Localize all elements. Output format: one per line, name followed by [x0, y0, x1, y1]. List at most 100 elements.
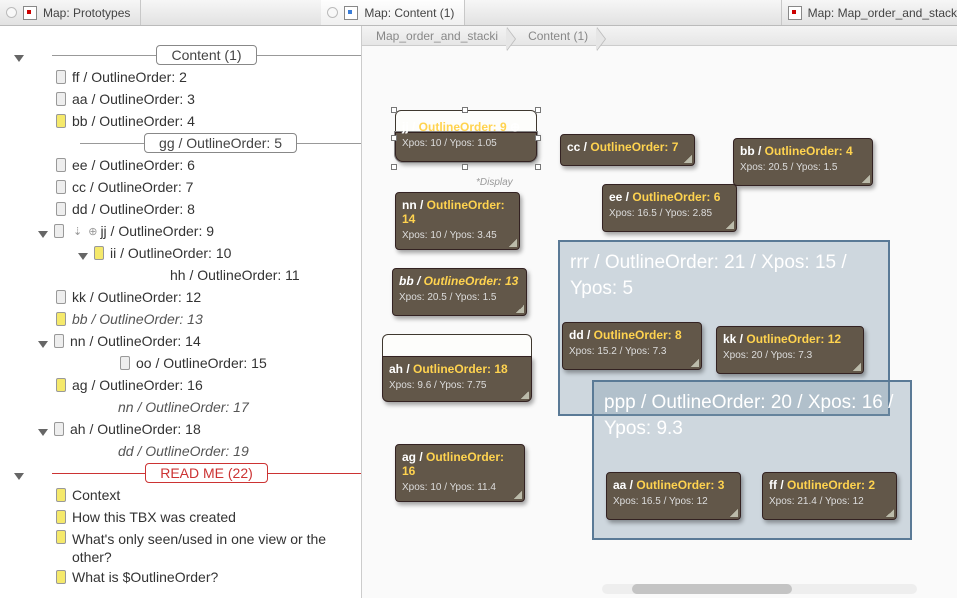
horizontal-scrollbar[interactable] — [602, 584, 917, 594]
resize-corner-icon[interactable] — [684, 155, 692, 163]
outline-item[interactable]: What's only seen/used in one view or the… — [0, 528, 361, 566]
card-ag[interactable]: ag / OutlineOrder: 16 Xpos: 10 / Ypos: 1… — [395, 444, 525, 502]
outline-item[interactable]: ff / OutlineOrder: 2 — [0, 66, 361, 88]
note-icon — [56, 290, 66, 304]
outline-item[interactable]: dd / OutlineOrder: 8 — [0, 198, 361, 220]
resize-corner-icon[interactable] — [730, 509, 738, 517]
item-label: ee / OutlineOrder: 6 — [72, 157, 361, 173]
scrollbar-thumb[interactable] — [632, 584, 792, 594]
outline-item[interactable]: ⇣ ⊕ jj / OutlineOrder: 9 — [0, 220, 361, 242]
plus-icon[interactable]: ⊕ — [510, 120, 520, 134]
tab-map-order[interactable]: Map: Map_order_and_stack — [781, 0, 957, 25]
note-icon — [56, 70, 66, 84]
card-ee[interactable]: ee / OutlineOrder: 6 Xpos: 16.5 / Ypos: … — [602, 184, 737, 232]
tab-content[interactable]: Map: Content (1) — [321, 0, 465, 25]
card-dd[interactable]: dd / OutlineOrder: 8 Xpos: 15.2 / Ypos: … — [562, 322, 702, 370]
disclosure-triangle-icon[interactable] — [14, 49, 26, 61]
resize-corner-icon[interactable] — [516, 305, 524, 313]
card-bb4[interactable]: bb / OutlineOrder: 4 Xpos: 20.5 / Ypos: … — [733, 138, 873, 186]
disclosure-triangle-icon[interactable] — [78, 247, 90, 259]
resize-corner-icon[interactable] — [509, 239, 517, 247]
item-label: jj / OutlineOrder: 9 — [100, 223, 361, 239]
card-cc[interactable]: cc / OutlineOrder: 7 — [560, 134, 695, 166]
note-icon — [56, 488, 66, 502]
card-kk[interactable]: kk / OutlineOrder: 12 Xpos: 20 / Ypos: 7… — [716, 326, 864, 374]
resize-corner-icon[interactable] — [862, 175, 870, 183]
resize-corner-icon[interactable] — [514, 491, 522, 499]
resize-corner-icon[interactable] — [886, 509, 894, 517]
selection-handle[interactable] — [535, 135, 541, 141]
outline-item[interactable]: How this TBX was created — [0, 506, 361, 528]
item-label: kk / OutlineOrder: 12 — [72, 289, 361, 305]
note-icon — [54, 224, 64, 238]
outline-item[interactable]: oo / OutlineOrder: 15 — [0, 352, 361, 374]
disclosure-triangle-icon[interactable] — [38, 423, 50, 435]
note-icon — [54, 422, 64, 436]
close-icon[interactable] — [6, 7, 17, 18]
card-ff[interactable]: ff / OutlineOrder: 2 Xpos: 21.4 / Ypos: … — [762, 472, 897, 520]
outline-item[interactable]: hh / OutlineOrder: 11 — [0, 264, 361, 286]
adornment-label: ppp / OutlineOrder: 20 / Xpos: 16 / Ypos… — [604, 390, 900, 441]
map-canvas[interactable]: rrr / OutlineOrder: 21 / Xpos: 15 / Ypos… — [362, 46, 957, 598]
outline-item[interactable]: aa / OutlineOrder: 3 — [0, 88, 361, 110]
outline-item[interactable]: ii / OutlineOrder: 10 — [0, 242, 361, 264]
outline-item[interactable]: kk / OutlineOrder: 12 — [0, 286, 361, 308]
selection-handle[interactable] — [535, 164, 541, 170]
resize-corner-icon[interactable] — [521, 391, 529, 399]
breadcrumb-item[interactable]: Map_order_and_stacki — [366, 29, 508, 43]
plus-icon: ⊕ — [88, 225, 97, 238]
selection-handle[interactable] — [391, 107, 397, 113]
outline-item[interactable]: Context — [0, 484, 361, 506]
outline-item[interactable]: nn / OutlineOrder: 14 — [0, 330, 361, 352]
outline-item[interactable]: ee / OutlineOrder: 6 — [0, 154, 361, 176]
outline-item[interactable]: bb / OutlineOrder: 4 — [0, 110, 361, 132]
item-label: nn / OutlineOrder: 14 — [70, 333, 361, 349]
selection-handle[interactable] — [462, 164, 468, 170]
card-jj[interactable]: jj / OutlineOrder: 9 ⊕ Xpos: 10 / Ypos: … — [395, 132, 537, 162]
card-sub: Xpos: 10 / Ypos: 1.05 — [402, 138, 530, 149]
card-bb13[interactable]: bb / OutlineOrder: 13 Xpos: 20.5 / Ypos:… — [392, 268, 527, 316]
selection-handle[interactable] — [535, 107, 541, 113]
close-icon[interactable] — [327, 7, 338, 18]
outline-item[interactable]: bb / OutlineOrder: 13 — [0, 308, 361, 330]
outline-item[interactable]: ag / OutlineOrder: 16 — [0, 374, 361, 396]
outline-item[interactable]: What is $OutlineOrder? — [0, 566, 361, 588]
outline-item[interactable]: nn / OutlineOrder: 17 — [0, 396, 361, 418]
outline-item[interactable]: cc / OutlineOrder: 7 — [0, 176, 361, 198]
disclosure-triangle-icon[interactable] — [38, 335, 50, 347]
selection-handle[interactable] — [391, 135, 397, 141]
card-aa[interactable]: aa / OutlineOrder: 3 Xpos: 16.5 / Ypos: … — [606, 472, 741, 520]
item-label: bb / OutlineOrder: 13 — [72, 311, 361, 327]
outline-item[interactable]: dd / OutlineOrder: 19 — [0, 440, 361, 462]
container-label: Content (1) — [156, 45, 256, 65]
note-icon — [56, 92, 66, 106]
item-label: ah / OutlineOrder: 18 — [70, 421, 361, 437]
disclosure-triangle-icon[interactable] — [38, 225, 50, 237]
outline-item[interactable]: ah / OutlineOrder: 18 — [0, 418, 361, 440]
window-tab-bar: Map: Prototypes Map: Content (1) Map: Ma… — [0, 0, 957, 26]
card-nn[interactable]: nn / OutlineOrder: 14 Xpos: 10 / Ypos: 3… — [395, 192, 520, 250]
resize-corner-icon[interactable] — [726, 221, 734, 229]
item-label: Context — [72, 487, 361, 503]
breadcrumb: Map_order_and_stacki Content (1) — [362, 26, 957, 46]
resize-corner-icon[interactable] — [691, 359, 699, 367]
breadcrumb-item[interactable]: Content (1) — [518, 29, 598, 43]
selection-handle[interactable] — [462, 107, 468, 113]
item-label: bb / OutlineOrder: 4 — [72, 113, 361, 129]
container-label: READ ME (22) — [145, 463, 268, 483]
note-icon — [56, 158, 66, 172]
container-title[interactable]: Content (1) — [0, 44, 361, 66]
tab-prototypes[interactable]: Map: Prototypes — [0, 0, 141, 25]
card-ah[interactable]: ah / OutlineOrder: 18 Xpos: 9.6 / Ypos: … — [382, 356, 532, 402]
item-label: What's only seen/used in one view or the… — [72, 530, 361, 566]
container-title[interactable]: gg / OutlineOrder: 5 — [0, 132, 361, 154]
resize-corner-icon[interactable] — [853, 363, 861, 371]
disclosure-triangle-icon[interactable] — [14, 467, 26, 479]
item-label: ii / OutlineOrder: 10 — [110, 245, 361, 261]
note-icon — [56, 510, 66, 524]
item-label: How this TBX was created — [72, 509, 361, 525]
container-title[interactable]: READ ME (22) — [0, 462, 361, 484]
card-tab[interactable] — [382, 334, 532, 356]
map-icon — [344, 6, 358, 20]
selection-handle[interactable] — [391, 164, 397, 170]
